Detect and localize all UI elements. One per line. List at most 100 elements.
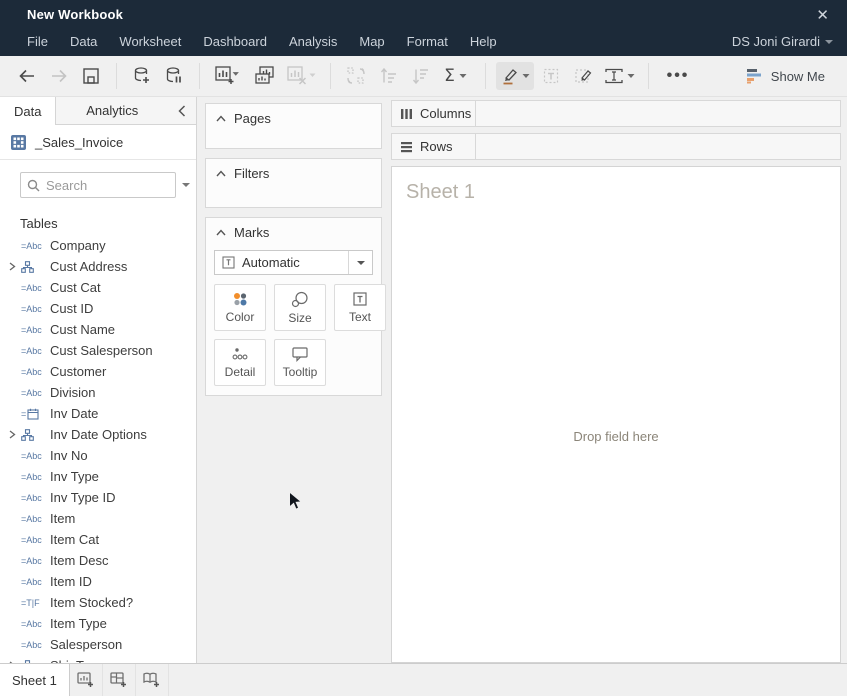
text-icon <box>352 291 368 307</box>
detail-button[interactable]: Detail <box>214 339 266 386</box>
field-inv-date-options[interactable]: Inv Date Options <box>0 424 196 445</box>
field-shipto[interactable]: ShipTo <box>0 655 196 663</box>
menu-worksheet[interactable]: Worksheet <box>108 31 192 52</box>
user-account-menu[interactable]: DS Joni Girardi <box>732 34 833 49</box>
swap-rows-columns-button[interactable] <box>341 62 371 90</box>
more-toolbar-button[interactable]: ••• <box>659 62 697 90</box>
field-cust-cat[interactable]: =AbcCust Cat <box>0 277 196 298</box>
search-input[interactable] <box>46 178 146 193</box>
filters-card[interactable]: Filters <box>205 158 382 208</box>
totals-button[interactable]: Σ <box>437 62 475 90</box>
new-worksheet-icon <box>76 671 96 689</box>
field-item-stocked[interactable]: =T|FItem Stocked? <box>0 592 196 613</box>
sigma-icon: Σ <box>444 66 455 86</box>
collapse-pane-button[interactable] <box>168 97 196 125</box>
new-data-source-button[interactable] <box>127 62 157 90</box>
tooltip-button[interactable]: Tooltip <box>274 339 326 386</box>
text-button[interactable]: Text <box>334 284 386 331</box>
chevron-down-icon <box>357 261 365 265</box>
undo-button[interactable] <box>12 62 42 90</box>
chevron-up-icon[interactable] <box>216 115 226 122</box>
menu-analysis[interactable]: Analysis <box>278 31 348 52</box>
redo-button[interactable] <box>44 62 74 90</box>
sheet-tab-active[interactable]: Sheet 1 <box>0 664 70 696</box>
rows-shelf[interactable]: Rows <box>391 133 841 160</box>
field-item[interactable]: =AbcItem <box>0 508 196 529</box>
sort-descending-button[interactable] <box>405 62 435 90</box>
show-mark-labels-button[interactable] <box>536 62 566 90</box>
chevron-up-icon[interactable] <box>216 170 226 177</box>
shelf-panel: Pages Filters Marks Automatic <box>197 97 389 663</box>
new-story-tab-button[interactable] <box>136 664 169 696</box>
menu-format[interactable]: Format <box>396 31 459 52</box>
field-cust-salesperson[interactable]: =AbcCust Salesperson <box>0 340 196 361</box>
field-inv-no[interactable]: =Abc Inv No <box>0 445 196 466</box>
menu-map[interactable]: Map <box>348 31 395 52</box>
new-worksheet-tab-button[interactable] <box>70 664 103 696</box>
field-name: Inv No <box>50 448 88 463</box>
show-me-button[interactable]: Show Me <box>735 64 835 88</box>
field-cust-address[interactable]: Cust Address <box>0 256 196 277</box>
sort-ascending-button[interactable] <box>373 62 403 90</box>
rows-shelf-label: Rows <box>392 134 476 159</box>
field-salesperson[interactable]: =AbcSalesperson <box>0 634 196 655</box>
tab-analytics[interactable]: Analytics <box>56 97 168 125</box>
field-division[interactable]: =AbcDivision <box>0 382 196 403</box>
field-cust-name[interactable]: =AbcCust Name <box>0 319 196 340</box>
mark-type-caret[interactable] <box>348 251 372 274</box>
calculated-string-icon: =Abc <box>21 283 42 293</box>
calculated-string-icon: =Abc <box>21 451 42 461</box>
field-inv-date[interactable]: =Inv Date <box>0 403 196 424</box>
field-company[interactable]: =AbcCompany <box>0 235 196 256</box>
sheet-canvas[interactable]: Sheet 1 Drop field here <box>391 166 841 663</box>
search-options-caret[interactable] <box>182 183 190 187</box>
toolbar-separator <box>648 63 649 89</box>
field-item-desc[interactable]: =AbcItem Desc <box>0 550 196 571</box>
expand-chevron-icon[interactable] <box>6 430 19 439</box>
size-button[interactable]: Size <box>274 284 326 331</box>
color-button[interactable]: Color <box>214 284 266 331</box>
field-item-id[interactable]: =AbcItem ID <box>0 571 196 592</box>
chevron-up-icon[interactable] <box>216 229 226 236</box>
menu-help[interactable]: Help <box>459 31 508 52</box>
calculated-string-icon: =Abc <box>21 619 42 629</box>
field-name: Cust Salesperson <box>50 343 153 358</box>
expand-chevron-icon[interactable] <box>6 262 19 271</box>
menu-dashboard[interactable]: Dashboard <box>192 31 278 52</box>
new-worksheet-button[interactable] <box>210 62 248 90</box>
chevron-left-icon <box>178 105 186 117</box>
field-item-type[interactable]: =AbcItem Type <box>0 613 196 634</box>
fix-axes-icon <box>573 66 593 86</box>
field-name: Item ID <box>50 574 92 589</box>
mark-type-dropdown[interactable]: Automatic <box>214 250 373 275</box>
field-cust-id[interactable]: =AbcCust ID <box>0 298 196 319</box>
filters-label: Filters <box>234 166 269 181</box>
new-dashboard-tab-button[interactable] <box>103 664 136 696</box>
chevron-down-icon <box>626 72 636 80</box>
clear-sheet-button[interactable] <box>282 62 320 90</box>
field-item-cat[interactable]: =AbcItem Cat <box>0 529 196 550</box>
field-customer[interactable]: =AbcCustomer <box>0 361 196 382</box>
close-icon[interactable]: ✕ <box>812 6 833 24</box>
menu-file[interactable]: File <box>16 31 59 52</box>
tab-data[interactable]: Data <box>0 97 56 125</box>
fit-selector-button[interactable] <box>600 62 638 90</box>
field-inv-type-id[interactable]: =AbcInv Type ID <box>0 487 196 508</box>
pages-card[interactable]: Pages <box>205 103 382 149</box>
duplicate-sheet-button[interactable] <box>250 62 280 90</box>
save-button[interactable] <box>76 62 106 90</box>
menu-data[interactable]: Data <box>59 31 108 52</box>
arrow-right-icon <box>49 66 69 86</box>
pause-data-updates-button[interactable] <box>159 62 189 90</box>
fix-axes-button[interactable] <box>568 62 598 90</box>
search-icon <box>27 179 40 192</box>
duplicate-sheet-icon <box>253 65 277 87</box>
highlight-button[interactable] <box>496 62 534 90</box>
show-me-icon <box>745 68 763 84</box>
tables-section-label: Tables <box>0 208 196 235</box>
columns-shelf[interactable]: Columns <box>391 100 841 127</box>
field-inv-type[interactable]: =AbcInv Type <box>0 466 196 487</box>
search-box[interactable] <box>20 172 176 198</box>
columns-icon <box>400 108 413 120</box>
data-source-row[interactable]: _Sales_Invoice <box>0 125 196 160</box>
